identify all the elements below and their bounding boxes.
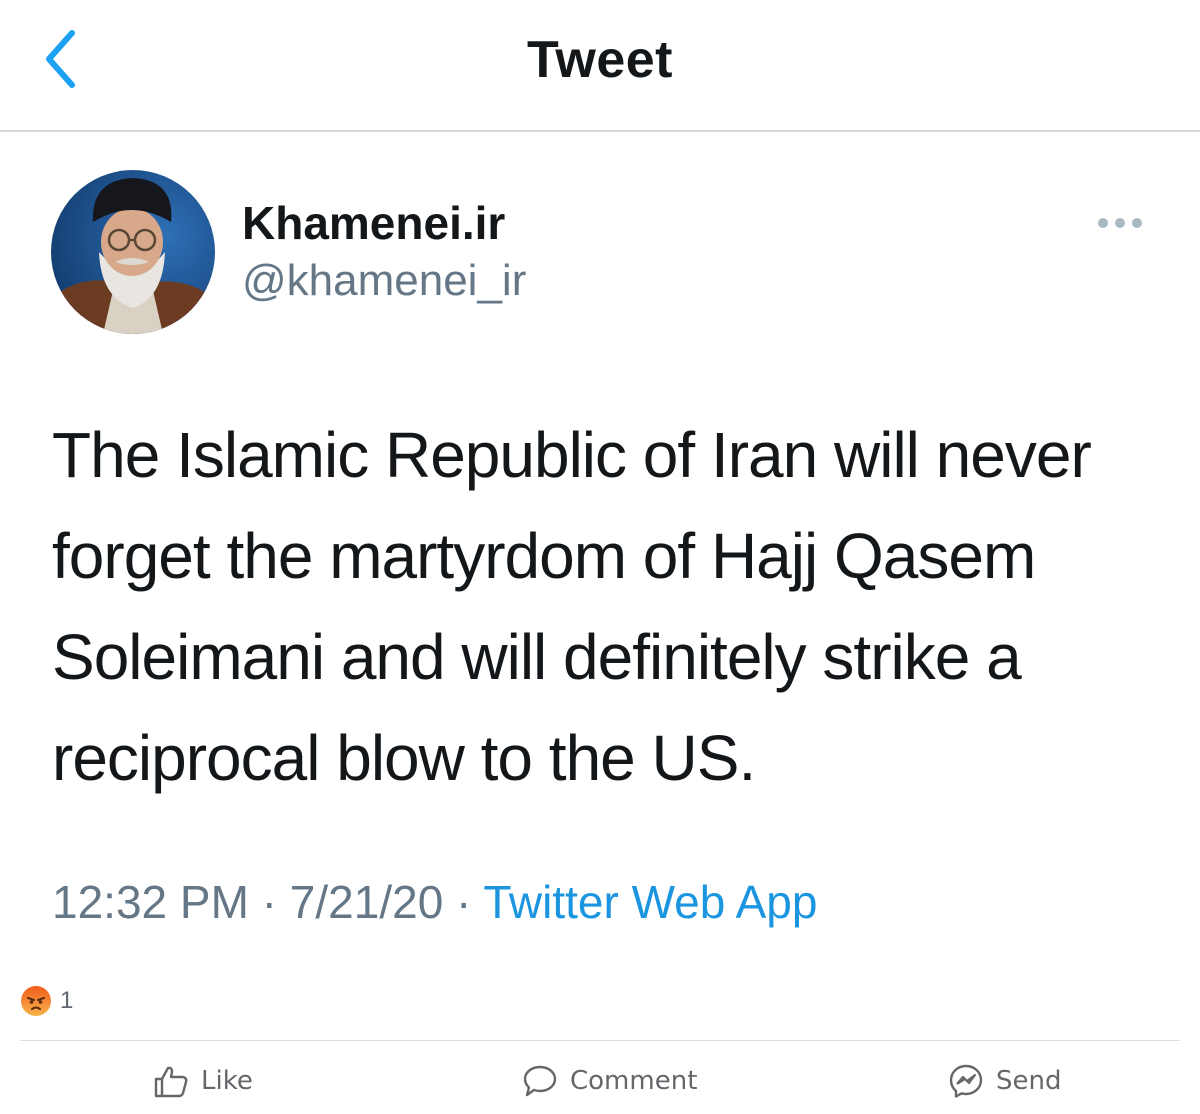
tweet-text: The Islamic Republic of Iran will never … bbox=[52, 419, 1092, 794]
send-label: Send bbox=[996, 1066, 1062, 1096]
reaction-summary[interactable]: 1 bbox=[20, 985, 73, 1017]
reaction-count: 1 bbox=[60, 987, 74, 1014]
comment-icon bbox=[523, 1065, 557, 1097]
display-name[interactable]: Khamenei.ir bbox=[242, 196, 505, 250]
like-label: Like bbox=[201, 1066, 253, 1096]
messenger-icon bbox=[949, 1064, 983, 1098]
meta-separator: · bbox=[248, 876, 290, 928]
meta-separator: · bbox=[443, 876, 484, 928]
avatar[interactable] bbox=[51, 170, 215, 334]
divider bbox=[20, 1040, 1180, 1041]
tweet-time: 12:32 PM bbox=[52, 876, 249, 928]
tweet-source-link[interactable]: Twitter Web App bbox=[483, 876, 817, 928]
page-title: Tweet bbox=[526, 31, 673, 89]
more-dots-icon bbox=[1098, 218, 1142, 228]
tweet-date: 7/21/20 bbox=[289, 876, 444, 928]
angry-emoji-icon bbox=[21, 986, 51, 1016]
more-options-button[interactable] bbox=[1094, 208, 1146, 238]
comment-label: Comment bbox=[570, 1066, 698, 1096]
user-handle[interactable]: @khamenei_ir bbox=[242, 256, 526, 306]
like-button[interactable]: Like bbox=[153, 1058, 253, 1104]
tweet-metadata: 12:32 PM · 7/21/20 · Twitter Web App bbox=[52, 875, 817, 929]
send-button[interactable]: Send bbox=[948, 1058, 1061, 1104]
thumbs-up-icon bbox=[154, 1066, 188, 1098]
comment-button[interactable]: Comment bbox=[522, 1058, 697, 1104]
profile-photo bbox=[51, 170, 215, 334]
app-header: Tweet bbox=[0, 0, 1200, 132]
